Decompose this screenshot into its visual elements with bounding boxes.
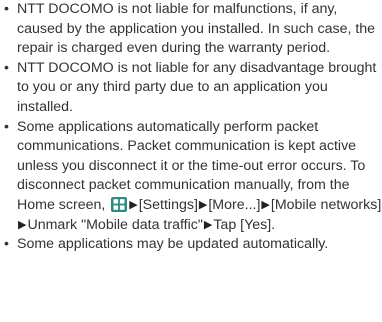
arrow-right-icon: ▶	[261, 198, 270, 211]
bullet: •	[4, 236, 9, 253]
list-item: • Some applications automatically perfor…	[2, 118, 382, 236]
list-item: • Some applications may be updated autom…	[2, 235, 382, 255]
step-settings: [Settings]	[138, 196, 198, 213]
arrow-right-icon: ▶	[203, 218, 213, 231]
arrow-right-icon: ▶	[18, 218, 27, 231]
bullet: •	[4, 1, 9, 17]
arrow-right-icon: ▶	[198, 198, 208, 211]
arrow-right-icon: ▶	[129, 198, 138, 211]
document-page: • NTT DOCOMO is not liable for malfuncti…	[0, 0, 382, 322]
list-item: • NTT DOCOMO is not liable for any disad…	[2, 59, 382, 118]
item-text: NTT DOCOMO is not liable for any disadva…	[17, 59, 377, 115]
bullet-list: • NTT DOCOMO is not liable for malfuncti…	[2, 0, 382, 255]
bullet: •	[4, 59, 9, 76]
step-tap-yes: Tap [Yes].	[213, 216, 276, 233]
step-mobile-networks: [Mobile networks]	[270, 196, 382, 213]
item-text: NTT DOCOMO is not liable for malfunction…	[17, 1, 376, 57]
step-more: [More...]	[208, 196, 261, 213]
bullet: •	[4, 118, 9, 135]
apps-grid-icon	[111, 196, 128, 212]
list-item: • NTT DOCOMO is not liable for malfuncti…	[2, 0, 382, 59]
step-unmark-mobile-data: Unmark "Mobile data traffic"	[27, 216, 203, 233]
item-text: Some applications may be updated automat…	[17, 236, 329, 253]
